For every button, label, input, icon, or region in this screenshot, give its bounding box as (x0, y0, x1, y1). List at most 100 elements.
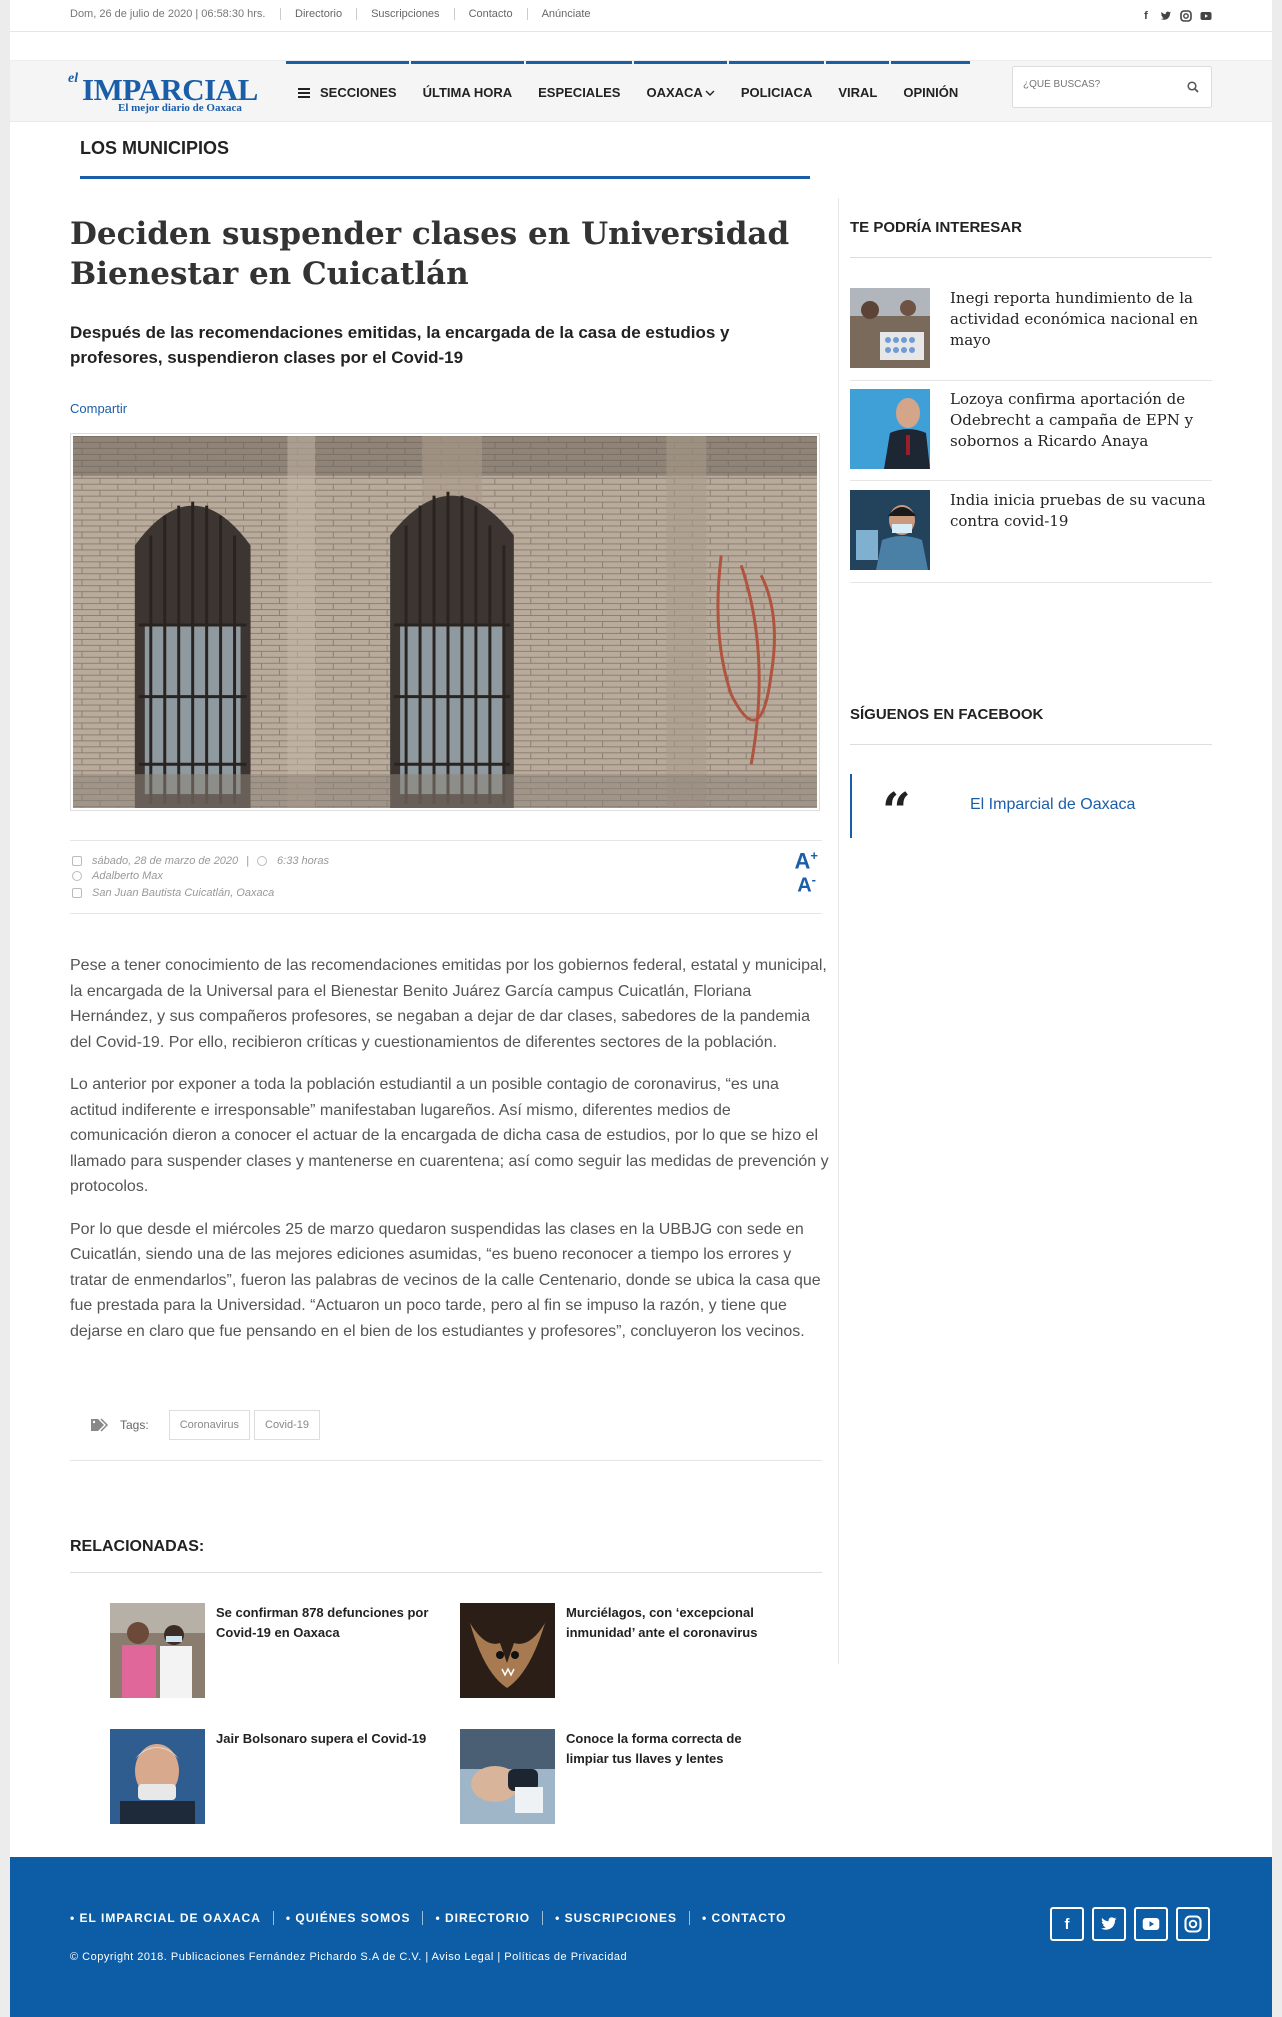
tag-coronavirus[interactable]: Coronavirus (168, 1410, 250, 1440)
related-item-title: Conoce la forma correcta de limpiar tus … (566, 1731, 742, 1766)
related-thumbnail (460, 1603, 555, 1698)
footer-social: f (1050, 1907, 1210, 1941)
article-author: Adalberto Max (92, 870, 163, 882)
interest-item-title: Inegi reporta hundimiento de la activida… (950, 289, 1199, 349)
related-item[interactable]: Se confirman 878 defunciones por Covid-1… (110, 1603, 430, 1699)
article-subhead: Después de las recomendaciones emitidas,… (70, 323, 730, 367)
article-tags: Tags: Coronavirus Covid-19 (90, 1410, 324, 1440)
interest-thumbnail (850, 288, 930, 368)
instagram-icon[interactable] (1176, 1907, 1210, 1941)
footer-copyright: © Copyright 2018. Publicaciones Fernánde… (70, 1951, 628, 1963)
youtube-icon[interactable] (1134, 1907, 1168, 1941)
nav-viral[interactable]: VIRAL (826, 61, 890, 121)
article-body: Pese a tener conocimiento de las recomen… (70, 953, 830, 1361)
facebook-title: SÍGUENOS EN FACEBOOK (850, 706, 1044, 723)
nav-especiales[interactable]: ESPECIALES (526, 61, 633, 121)
tag-covid-19[interactable]: Covid-19 (254, 1410, 321, 1440)
search-input[interactable] (1023, 79, 1173, 90)
interest-item[interactable]: India inicia pruebas de su vacuna contra… (850, 490, 1212, 570)
nav-label: POLICIACA (740, 85, 813, 100)
footer-link-imparcial[interactable]: • EL IMPARCIAL DE OAXACA (70, 1911, 273, 1925)
top-links: Directorio Suscripciones Contacto Anúnci… (280, 8, 605, 20)
chevron-down-icon (705, 90, 715, 96)
search-icon[interactable] (1187, 81, 1199, 93)
section-title[interactable]: LOS MUNICIPIOS (80, 138, 229, 159)
nav-secciones[interactable]: SECCIONES (286, 61, 409, 121)
youtube-icon[interactable] (1200, 10, 1212, 22)
section-divider (80, 176, 810, 179)
related-item[interactable]: Conoce la forma correcta de limpiar tus … (460, 1729, 780, 1825)
clock-icon (257, 856, 268, 866)
menu-icon (298, 86, 310, 100)
site-header: el IMPARCIAL El mejor diario de Oaxaca S… (10, 60, 1272, 122)
related-item-title: Jair Bolsonaro supera el Covid-19 (216, 1731, 427, 1746)
facebook-widget: “ El Imparcial de Oaxaca (850, 774, 1212, 838)
top-social: f (1140, 10, 1212, 22)
article-location: San Juan Bautista Cuicatlán, Oaxaca (92, 887, 275, 899)
related-item[interactable]: Jair Bolsonaro supera el Covid-19 (110, 1729, 430, 1825)
contacto-link[interactable]: Contacto (453, 8, 527, 20)
meta-date-row: sábado, 28 de marzo de 2020 | 6:33 horas (72, 855, 329, 867)
main-nav: SECCIONES ÚLTIMA HORA ESPECIALES OAXACA … (286, 61, 972, 121)
page: Dom, 26 de julio de 2020 | 06:58:30 hrs.… (10, 0, 1272, 2017)
facebook-icon[interactable]: f (1140, 10, 1152, 22)
facebook-page-link[interactable]: El Imparcial de Oaxaca (970, 796, 1135, 814)
interest-separator (850, 480, 1212, 481)
interest-item-title: Lozoya confirma aportación de Odebrecht … (950, 390, 1194, 450)
directorio-link[interactable]: Directorio (280, 8, 356, 20)
article-headline: Deciden suspender clases en Universidad … (70, 216, 790, 292)
nav-label: VIRAL (838, 85, 878, 100)
search-box (1012, 66, 1212, 108)
article-meta: sábado, 28 de marzo de 2020 | 6:33 horas… (70, 840, 822, 914)
current-date: Dom, 26 de julio de 2020 | 06:58:30 hrs. (70, 8, 266, 20)
footer-link-contacto[interactable]: • CONTACTO (689, 1911, 798, 1925)
article-photo (70, 433, 820, 811)
interest-separator (850, 582, 1212, 583)
top-bar: Dom, 26 de julio de 2020 | 06:58:30 hrs.… (10, 0, 1272, 32)
article-date: sábado, 28 de marzo de 2020 (92, 855, 239, 867)
location-icon (72, 888, 82, 898)
sidebar-divider (838, 198, 839, 1664)
font-down-label: A (797, 874, 812, 897)
logo-el: el (68, 71, 79, 86)
tags-icon (91, 1418, 109, 1432)
nav-opinion[interactable]: OPINIÓN (891, 61, 971, 121)
interest-thumbnail (850, 490, 930, 570)
nav-label: SECCIONES (320, 85, 397, 100)
meta-author-row: Adalberto Max (72, 870, 163, 882)
interest-separator (850, 380, 1212, 381)
related-thumbnail (110, 1729, 205, 1824)
twitter-icon[interactable] (1160, 10, 1172, 22)
site-footer: • EL IMPARCIAL DE OAXACA • QUIÉNES SOMOS… (10, 1857, 1272, 2017)
suscripciones-link[interactable]: Suscripciones (356, 8, 453, 20)
twitter-icon[interactable] (1092, 1907, 1126, 1941)
nav-label: ÚLTIMA HORA (422, 85, 513, 100)
footer-link-quienes-somos[interactable]: • QUIÉNES SOMOS (272, 1911, 423, 1925)
footer-links: • EL IMPARCIAL DE OAXACA • QUIÉNES SOMOS… (70, 1911, 798, 1925)
related-item-title: Murciélagos, con ‘excepcional inmunidad’… (566, 1605, 758, 1640)
related-thumbnail (460, 1729, 555, 1824)
related-divider (70, 1572, 822, 1573)
nav-label: ESPECIALES (538, 85, 621, 100)
nav-label: OAXACA (646, 85, 703, 100)
related-item[interactable]: Murciélagos, con ‘excepcional inmunidad’… (460, 1603, 780, 1699)
interest-item[interactable]: Inegi reporta hundimiento de la activida… (850, 288, 1212, 368)
logo-tagline: El mejor diario de Oaxaca (118, 102, 242, 114)
interest-thumbnail (850, 389, 930, 469)
footer-link-directorio[interactable]: • DIRECTORIO (422, 1911, 542, 1925)
facebook-icon[interactable]: f (1050, 1907, 1084, 1941)
font-decrease-button[interactable]: A- (797, 869, 816, 897)
meta-separator: | (246, 855, 250, 867)
site-logo[interactable]: el IMPARCIAL El mejor diario de Oaxaca (68, 71, 278, 114)
facebook-divider (850, 744, 1212, 745)
nav-oaxaca[interactable]: OAXACA (634, 61, 727, 121)
footer-link-suscripciones[interactable]: • SUSCRIPCIONES (542, 1911, 689, 1925)
interest-item[interactable]: Lozoya confirma aportación de Odebrecht … (850, 389, 1212, 469)
anunciate-link[interactable]: Anúnciate (526, 8, 605, 20)
nav-policiaca[interactable]: POLICIACA (728, 61, 825, 121)
share-link[interactable]: Compartir (70, 401, 127, 416)
interest-item-title: India inicia pruebas de su vacuna contra… (950, 491, 1206, 530)
nav-ultima-hora[interactable]: ÚLTIMA HORA (410, 61, 525, 121)
instagram-icon[interactable] (1180, 10, 1192, 22)
related-title: RELACIONADAS: (70, 1538, 205, 1555)
